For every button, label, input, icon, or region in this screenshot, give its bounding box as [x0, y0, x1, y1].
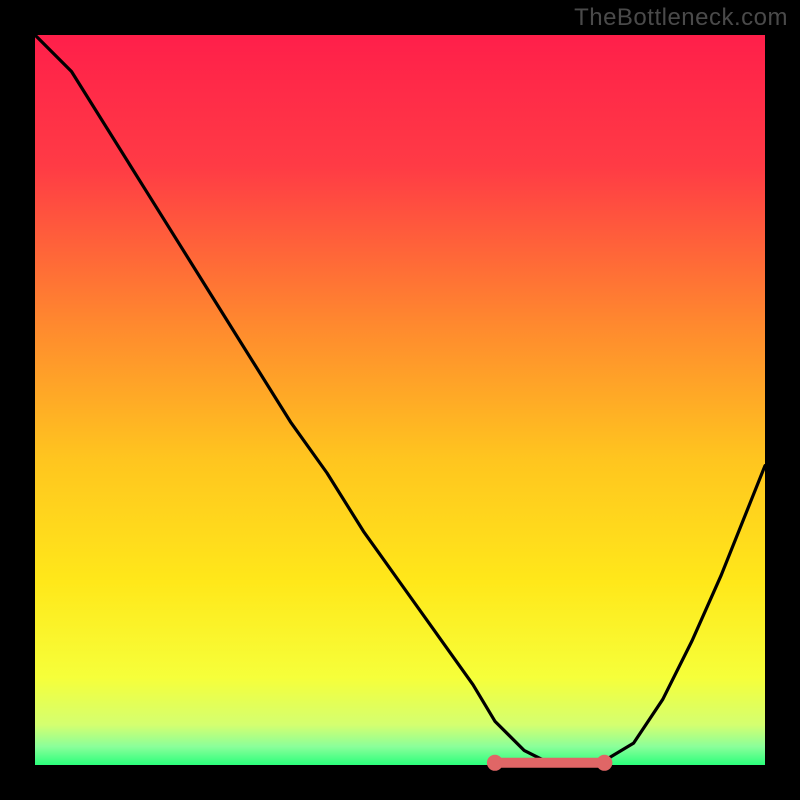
bottleneck-plot [0, 0, 800, 800]
watermark-text: TheBottleneck.com [574, 4, 788, 32]
chart-frame: TheBottleneck.com [0, 0, 800, 800]
optimal-marker-0 [487, 755, 503, 771]
gradient-bg [35, 35, 765, 765]
optimal-marker-1 [596, 755, 612, 771]
